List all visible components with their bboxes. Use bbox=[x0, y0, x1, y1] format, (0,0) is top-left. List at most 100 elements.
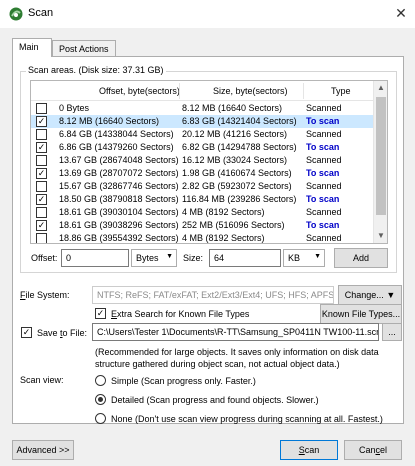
dropdown-arrow-icon: ▼ bbox=[386, 290, 396, 300]
scan-areas-label: Scan areas. (Disk size: 37.31 GB) bbox=[26, 65, 166, 75]
table-row[interactable]: ✓ 18.50 GB (38790818 Sectors) 116.84 MB (2… bbox=[31, 193, 375, 206]
table-row[interactable]: 18.86 GB (39554392 Sectors) 4 MB (8192 Se… bbox=[31, 232, 375, 243]
row-size: 4 MB (8192 Sectors) bbox=[182, 233, 265, 243]
row-checkbox[interactable] bbox=[36, 155, 47, 166]
column-offset[interactable]: Offset, byte(sectors) bbox=[99, 86, 180, 96]
change-label: Change... bbox=[344, 290, 384, 300]
app-icon bbox=[9, 7, 23, 21]
column-divider bbox=[179, 83, 180, 99]
table-row[interactable]: 18.61 GB (39030104 Sectors) 4 MB (8192 Se… bbox=[31, 206, 375, 219]
row-offset: 15.67 GB (32867746 Sectors) bbox=[59, 181, 179, 191]
change-button[interactable]: Change... ▼ bbox=[338, 285, 402, 305]
row-size: 16.12 MB (33024 Sectors) bbox=[182, 155, 288, 165]
table-row[interactable]: 6.84 GB (14338044 Sectors) 20.12 MB (4121… bbox=[31, 128, 375, 141]
radio-simple-label: Simple (Scan progress only. Faster.) bbox=[111, 376, 256, 386]
row-type: Scanned bbox=[306, 207, 342, 217]
scroll-up-icon[interactable]: ▲ bbox=[374, 81, 387, 95]
chevron-down-icon: ▼ bbox=[166, 253, 173, 260]
column-size[interactable]: Size, byte(sectors) bbox=[213, 86, 288, 96]
window-title: Scan bbox=[28, 7, 54, 19]
radio-simple[interactable] bbox=[95, 375, 106, 386]
row-checkbox[interactable] bbox=[36, 181, 47, 192]
row-offset: 13.69 GB (28707072 Sectors) bbox=[59, 168, 179, 178]
scan-view-label: Scan view: bbox=[20, 375, 64, 385]
table-row[interactable]: ✓ 6.86 GB (14379260 Sectors) 6.82 GB (1429… bbox=[31, 141, 375, 154]
row-size: 6.83 GB (14321404 Sectors) bbox=[182, 116, 297, 126]
known-file-types-button[interactable]: Known File Types... bbox=[320, 304, 402, 324]
row-checkbox[interactable]: ✓ bbox=[36, 116, 47, 127]
row-checkbox[interactable] bbox=[36, 207, 47, 218]
tab-main[interactable]: Main bbox=[12, 38, 52, 57]
file-system-label: File System: bbox=[20, 290, 70, 300]
row-type: To scan bbox=[306, 142, 340, 152]
row-offset: 6.86 GB (14379260 Sectors) bbox=[59, 142, 174, 152]
row-checkbox[interactable]: ✓ bbox=[36, 142, 47, 153]
radio-detailed[interactable] bbox=[95, 394, 106, 405]
row-size: 8.12 MB (16640 Sectors) bbox=[182, 103, 283, 113]
row-size: 116.84 MB (239286 Sectors) bbox=[182, 194, 297, 204]
radio-none[interactable] bbox=[95, 413, 106, 424]
list-header: Offset, byte(sectors) Size, byte(sectors… bbox=[31, 81, 375, 101]
row-type: To scan bbox=[306, 194, 340, 204]
table-row[interactable]: ✓ 18.61 GB (39038296 Sectors) 252 MB (5160… bbox=[31, 219, 375, 232]
row-type: To scan bbox=[306, 116, 340, 126]
row-checkbox[interactable]: ✓ bbox=[36, 194, 47, 205]
row-offset: 18.61 GB (39038296 Sectors) bbox=[59, 220, 179, 230]
radio-detailed-label: Detailed (Scan progress and found object… bbox=[111, 395, 319, 405]
file-system-field: NTFS; ReFS; FAT/exFAT; Ext2/Ext3/Ext4; U… bbox=[92, 286, 334, 304]
row-checkbox[interactable] bbox=[36, 103, 47, 114]
row-offset: 0 Bytes bbox=[59, 103, 90, 113]
list-scrollbar[interactable]: ▲ ▼ bbox=[373, 81, 387, 243]
row-offset: 18.50 GB (38790818 Sectors) bbox=[59, 194, 179, 204]
scroll-down-icon[interactable]: ▼ bbox=[374, 229, 387, 243]
row-size: 252 MB (516096 Sectors) bbox=[182, 220, 285, 230]
close-icon[interactable]: ✕ bbox=[392, 4, 410, 22]
row-checkbox[interactable]: ✓ bbox=[36, 168, 47, 179]
chevron-down-icon: ▼ bbox=[314, 253, 321, 260]
row-size: 1.98 GB (4160674 Sectors) bbox=[182, 168, 292, 178]
row-type: Scanned bbox=[306, 155, 342, 165]
extra-search-label: Extra Search for Known File Types bbox=[111, 309, 250, 319]
row-offset: 6.84 GB (14338044 Sectors) bbox=[59, 129, 174, 139]
offset-unit-select[interactable]: Bytes ▼ bbox=[131, 249, 177, 267]
row-type: Scanned bbox=[306, 129, 342, 139]
row-checkbox[interactable] bbox=[36, 233, 47, 243]
save-path-input[interactable]: C:\Users\Tester 1\Documents\R-TT\Samsung… bbox=[92, 323, 379, 341]
row-offset: 18.86 GB (39554392 Sectors) bbox=[59, 233, 179, 243]
table-row[interactable]: 13.67 GB (28674048 Sectors) 16.12 MB (330… bbox=[31, 154, 375, 167]
size-unit-value: KB bbox=[288, 253, 301, 263]
row-size: 4 MB (8192 Sectors) bbox=[182, 207, 265, 217]
tab-post-actions[interactable]: Post Actions bbox=[52, 40, 116, 57]
scroll-thumb[interactable] bbox=[376, 97, 386, 215]
radio-none-label: None (Don't use scan view progress durin… bbox=[111, 414, 383, 424]
size-unit-select[interactable]: KB ▼ bbox=[283, 249, 325, 267]
table-row[interactable]: 0 Bytes 8.12 MB (16640 Sectors) Scanned bbox=[31, 102, 375, 115]
size-input[interactable]: 64 bbox=[209, 249, 281, 267]
row-type: Scanned bbox=[306, 233, 342, 243]
table-row[interactable]: 15.67 GB (32867746 Sectors) 2.82 GB (5923… bbox=[31, 180, 375, 193]
cancel-button[interactable]: Cancel bbox=[344, 440, 402, 460]
row-type: Scanned bbox=[306, 181, 342, 191]
offset-label: Offset: bbox=[31, 253, 58, 263]
advanced-button[interactable]: Advanced >> bbox=[12, 440, 74, 460]
save-note: (Recommended for large objects. It saves… bbox=[95, 347, 379, 369]
scan-areas-list[interactable]: Offset, byte(sectors) Size, byte(sectors… bbox=[30, 80, 388, 244]
column-divider bbox=[303, 83, 304, 99]
extra-search-checkbox[interactable]: ✓ bbox=[95, 308, 106, 319]
row-size: 6.82 GB (14294788 Sectors) bbox=[182, 142, 297, 152]
save-to-file-checkbox[interactable]: ✓ bbox=[21, 327, 32, 338]
offset-unit-value: Bytes bbox=[136, 253, 159, 263]
offset-input[interactable]: 0 bbox=[61, 249, 129, 267]
table-row[interactable]: ✓ 13.69 GB (28707072 Sectors) 1.98 GB (416… bbox=[31, 167, 375, 180]
row-offset: 8.12 MB (16640 Sectors) bbox=[59, 116, 160, 126]
row-type: To scan bbox=[306, 220, 340, 230]
size-label: Size: bbox=[183, 253, 204, 263]
add-button[interactable]: Add bbox=[334, 248, 388, 268]
table-row[interactable]: ✓ 8.12 MB (16640 Sectors) 6.83 GB (1432140… bbox=[31, 115, 375, 128]
browse-button[interactable]: ... bbox=[382, 323, 402, 341]
row-checkbox[interactable] bbox=[36, 129, 47, 140]
row-type: Scanned bbox=[306, 103, 342, 113]
scan-button[interactable]: Scan bbox=[280, 440, 338, 460]
column-type[interactable]: Type bbox=[331, 86, 351, 96]
row-checkbox[interactable]: ✓ bbox=[36, 220, 47, 231]
